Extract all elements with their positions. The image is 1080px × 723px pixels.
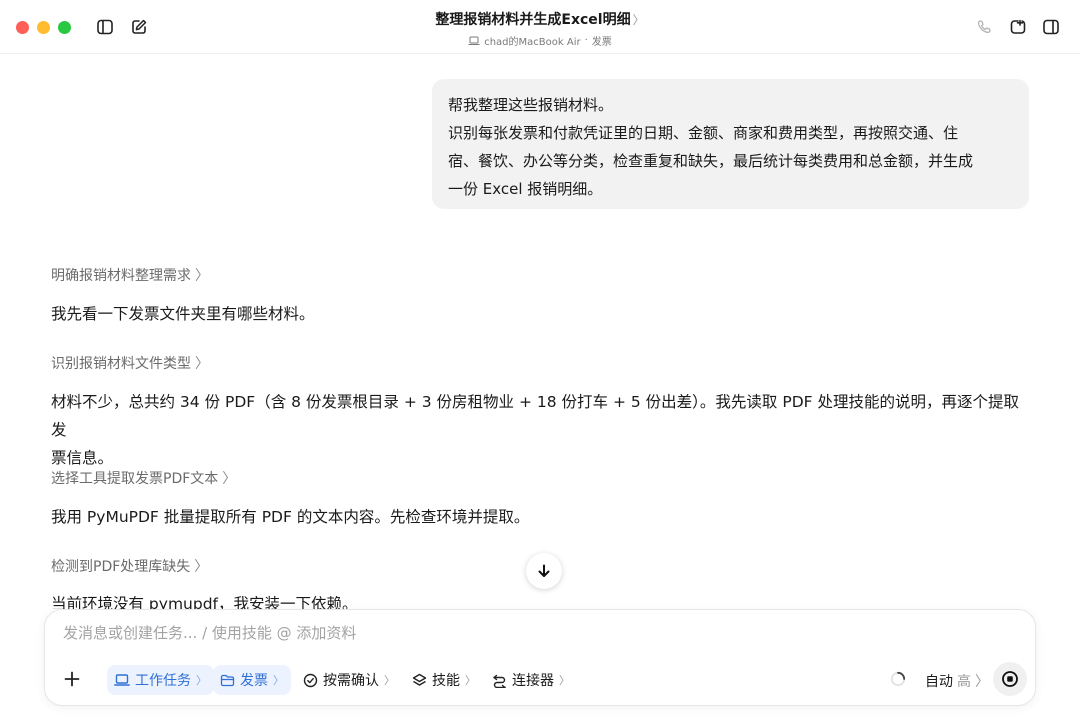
assistant-line: 我先看一下发票文件夹里有哪些材料。 (51, 305, 315, 323)
step-header[interactable]: 识别报销材料文件类型〉 (51, 353, 209, 373)
device-name: chad的MacBook Air (484, 37, 581, 48)
chevron-right-icon: 〉 (195, 268, 209, 284)
folder-label: 发票 (240, 673, 268, 689)
minimize-window-button[interactable] (37, 21, 50, 34)
step-title: 明确报销材料整理需求 (51, 268, 191, 284)
conversation-title: 整理报销材料并生成Excel明细 (435, 12, 631, 28)
skills-chip[interactable]: 技能 〉 (405, 665, 483, 695)
title-chevron-icon: 〉 (632, 13, 645, 27)
user-message-line: 宿、餐饮、办公等分类，检查重复和缺失，最后统计每类费用和总金额，并生成 (448, 152, 974, 170)
message-input[interactable] (63, 624, 963, 642)
user-message-line: 识别每张发票和付款凭证里的日期、金额、商家和费用类型，再按照交通、住 (448, 124, 959, 142)
assistant-line: 我用 PyMuPDF 批量提取所有 PDF 的文本内容。先检查环境并提取。 (51, 508, 530, 526)
level-label: 高 (957, 674, 971, 690)
edit-icon[interactable] (128, 16, 150, 38)
connector-icon (493, 674, 506, 688)
chevron-right-icon: 〉 (194, 559, 209, 575)
arrow-down-icon (538, 564, 550, 577)
step-title: 选择工具提取发票PDF文本 (51, 471, 219, 487)
assistant-line: 当前环境没有 pymupdf，我安装一下依赖。 (51, 595, 358, 609)
laptop-icon (468, 36, 480, 45)
work-task-label: 工作任务 (135, 673, 191, 689)
phone-icon[interactable] (973, 16, 995, 38)
message-composer: 工作任务 〉 发票 〉 按需确认 〉 技能 〉 连接器 〉 自动高〉 (44, 609, 1036, 706)
step-title: 识别报销材料文件类型 (51, 356, 191, 372)
new-window-icon[interactable] (1007, 16, 1029, 38)
connectors-chip[interactable]: 连接器 〉 (485, 665, 577, 695)
title-bar: 整理报销材料并生成Excel明细〉 chad的MacBook Air · 发票 (0, 0, 1080, 54)
skills-label: 技能 (432, 673, 460, 689)
folder-name: 发票 (591, 37, 612, 48)
assistant-paragraph: 我先看一下发票文件夹里有哪些材料。 (51, 300, 1031, 328)
window-title-area[interactable]: 整理报销材料并生成Excel明细〉 chad的MacBook Air · 发票 (300, 9, 780, 48)
step-header[interactable]: 明确报销材料整理需求〉 (51, 265, 209, 285)
step-header[interactable]: 选择工具提取发票PDF文本〉 (51, 468, 236, 488)
confirm-mode-chip[interactable]: 按需确认 〉 (296, 665, 402, 695)
folder-chip[interactable]: 发票 〉 (213, 665, 291, 695)
location-subtitle: chad的MacBook Air · 发票 (300, 33, 780, 48)
close-window-button[interactable] (16, 21, 29, 34)
scroll-to-bottom-button[interactable] (526, 553, 562, 589)
chevron-right-icon: 〉 (975, 674, 989, 690)
loading-spinner-icon (890, 671, 906, 687)
chevron-right-icon: 〉 (384, 674, 395, 687)
chevron-right-icon: 〉 (273, 674, 284, 687)
user-message-line: 帮我整理这些报销材料。 (448, 96, 614, 114)
step-header[interactable]: 检测到PDF处理库缺失〉 (51, 556, 208, 576)
user-message-line: 一份 Excel 报销明细。 (448, 180, 603, 198)
connectors-label: 连接器 (512, 673, 554, 689)
stop-button[interactable] (993, 662, 1027, 696)
mode-selector[interactable]: 自动高〉 (925, 671, 989, 691)
assistant-paragraph: 我用 PyMuPDF 批量提取所有 PDF 的文本内容。先检查环境并提取。 (51, 503, 1031, 531)
assistant-line: 材料不少，总共约 34 份 PDF（含 8 份发票根目录 + 3 份房租物业 +… (51, 393, 1019, 439)
layers-icon (412, 673, 427, 686)
chevron-right-icon: 〉 (465, 674, 476, 687)
chevron-right-icon: 〉 (559, 674, 570, 687)
sidebar-toggle-icon[interactable] (94, 16, 116, 38)
work-task-chip[interactable]: 工作任务 〉 (107, 665, 214, 695)
subtitle-separator: · (584, 35, 588, 46)
check-circle-icon (303, 673, 318, 687)
chevron-right-icon: 〉 (196, 674, 207, 687)
plus-icon[interactable] (61, 668, 83, 690)
folder-icon (220, 674, 235, 686)
assistant-paragraph: 当前环境没有 pymupdf，我安装一下依赖。 (51, 590, 1031, 609)
user-message-bubble: 帮我整理这些报销材料。 识别每张发票和付款凭证里的日期、金额、商家和费用类型，再… (432, 79, 1029, 209)
confirm-mode-label: 按需确认 (323, 673, 379, 689)
right-panel-icon[interactable] (1040, 16, 1062, 38)
chevron-right-icon: 〉 (195, 356, 209, 372)
mode-label: 自动 (925, 674, 953, 690)
step-title: 检测到PDF处理库缺失 (51, 559, 191, 575)
assistant-paragraph: 材料不少，总共约 34 份 PDF（含 8 份发票根目录 + 3 份房租物业 +… (51, 388, 1031, 472)
laptop-icon (114, 674, 130, 686)
zoom-window-button[interactable] (58, 21, 71, 34)
stop-icon (1002, 671, 1018, 687)
chevron-right-icon: 〉 (222, 471, 237, 487)
